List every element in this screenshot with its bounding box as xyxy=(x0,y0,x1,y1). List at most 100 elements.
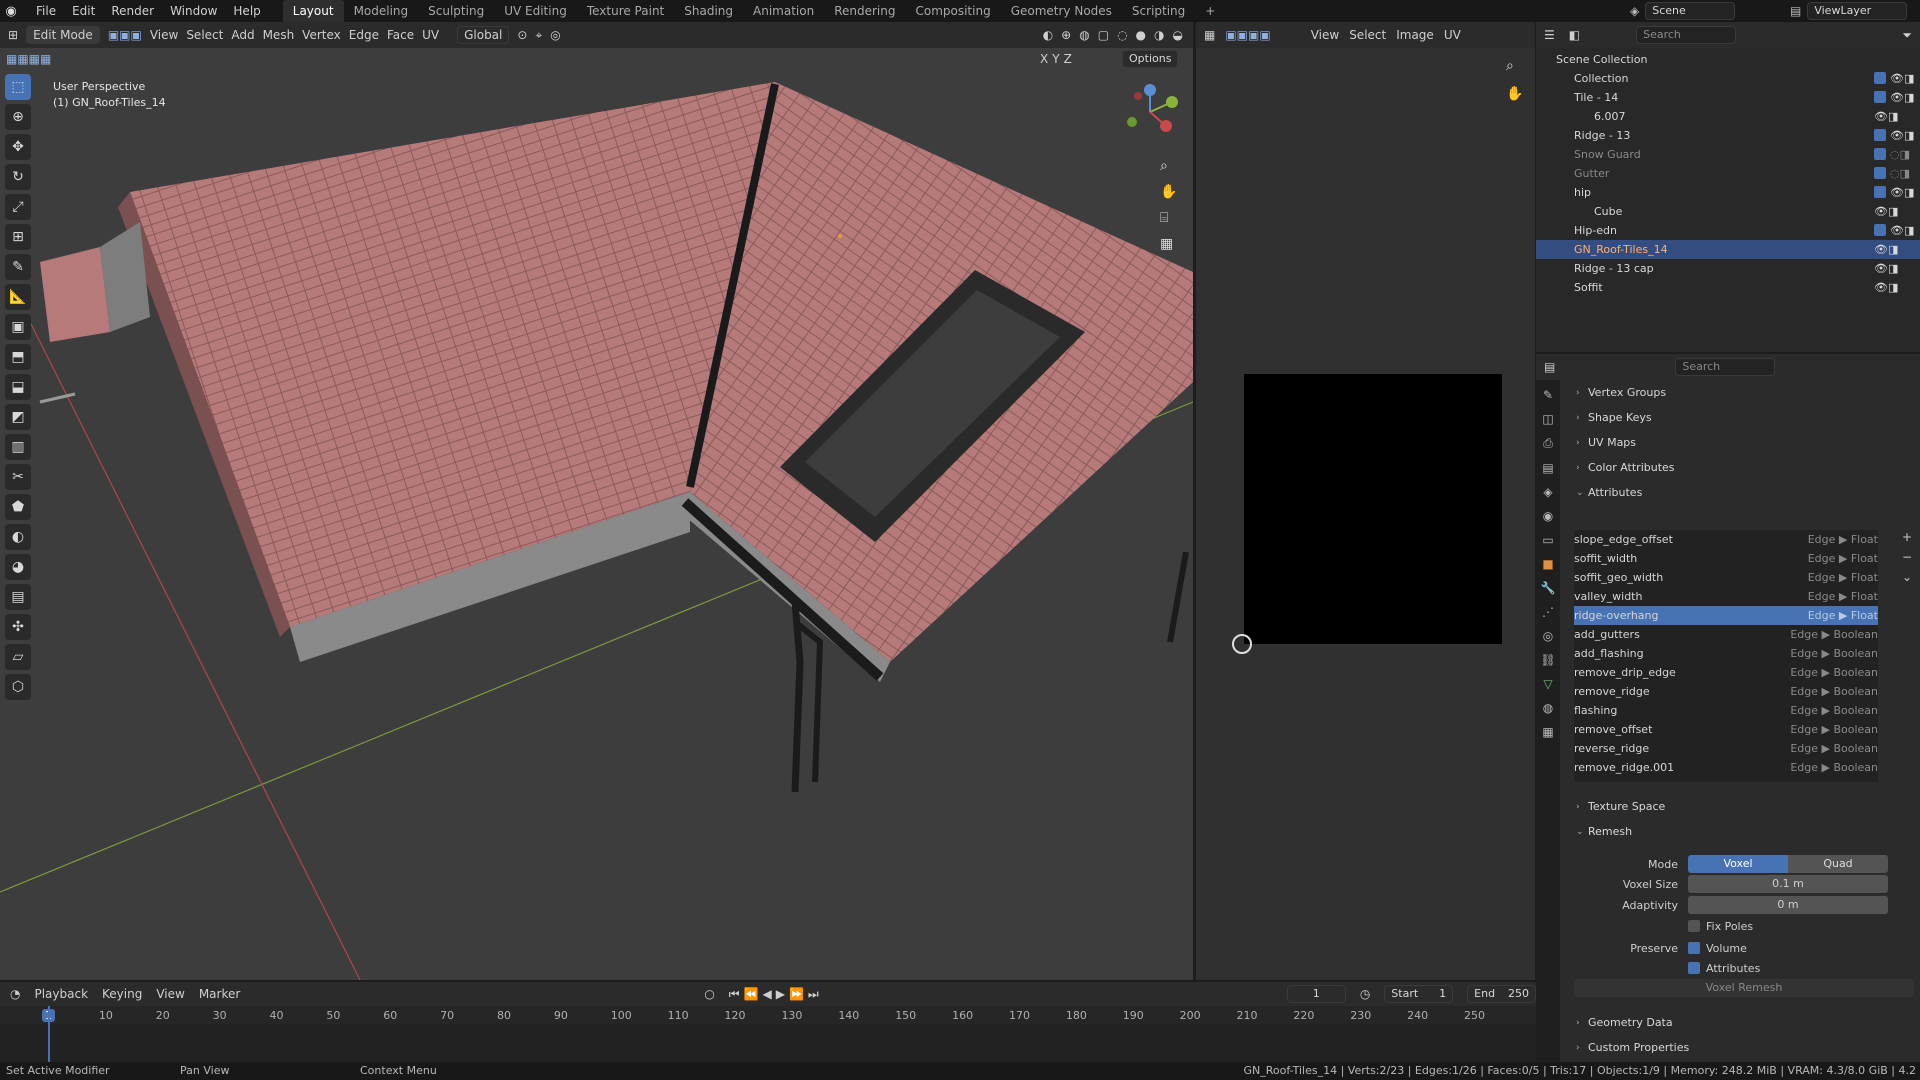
voxel-size-field[interactable]: 0.1 m xyxy=(1688,875,1888,893)
section-vertex-groups[interactable]: › Vertex Groups xyxy=(1570,380,1920,405)
start-frame-field[interactable]: Start 1 xyxy=(1384,985,1454,1003)
list-item-selected[interactable]: ridge-overhang Edge ▶ Float xyxy=(1574,606,1878,625)
mirror-z-toggle[interactable]: Z xyxy=(1064,52,1072,66)
playback-controls[interactable]: ⏮⏪◀▶⏩⏭ xyxy=(729,987,823,1002)
transform-tool-icon[interactable]: ⊞ xyxy=(5,224,31,250)
spin-tool-icon[interactable]: ◐ xyxy=(5,524,31,550)
edge-slide-tool-icon[interactable]: ▤ xyxy=(5,584,31,610)
properties-type-icon[interactable]: ▤ xyxy=(1544,360,1555,374)
tab-animation[interactable]: Animation xyxy=(743,0,824,22)
frame-ruler[interactable]: 1102030405060708090100110120130140150160… xyxy=(0,1006,1536,1024)
modifier-tab-icon[interactable]: 🔧 xyxy=(1541,581,1556,595)
uv-sync-icons[interactable]: ▣▣▣▣ xyxy=(1225,28,1270,42)
menu-render[interactable]: Render xyxy=(103,4,162,18)
outliner[interactable]: ☰ ◧ Search ⏷ Scene Collection Collection… xyxy=(1536,22,1920,352)
image-menu-uv[interactable]: UV xyxy=(1444,28,1461,42)
tab-modeling[interactable]: Modeling xyxy=(344,0,419,22)
list-item[interactable]: remove_drip_edge Edge ▶ Boolean xyxy=(1574,663,1878,682)
scene-selector[interactable]: ◈ Scene xyxy=(1630,2,1736,20)
output-tab-icon[interactable]: ⎙ xyxy=(1543,436,1553,451)
editor-type-icon[interactable]: ⊞ xyxy=(8,28,18,42)
image-zoom-icon[interactable]: ⌕ xyxy=(1506,58,1523,74)
section-uv-maps[interactable]: › UV Maps xyxy=(1570,430,1920,455)
pivot-icon[interactable]: ⊙ xyxy=(517,28,527,42)
remove-attribute-icon[interactable]: − xyxy=(1902,550,1912,564)
shading-solid-icon[interactable]: ● xyxy=(1136,28,1146,42)
menu-help[interactable]: Help xyxy=(225,4,268,18)
outliner-row[interactable]: Scene Collection xyxy=(1536,50,1920,69)
properties-editor[interactable]: ▤ Search ✎ ◫ ⎙ ▤ ◈ ◉ ▭ ■ 🔧 ⋰ ◎ ⛓ ▽ ◍ ▦ ›… xyxy=(1536,354,1920,1080)
data-tab-icon[interactable]: ▽ xyxy=(1543,677,1552,691)
add-attribute-icon[interactable]: + xyxy=(1902,530,1912,544)
viewlayer-selector[interactable]: ▤ ViewLayer xyxy=(1790,2,1908,20)
object-tab-icon[interactable]: ■ xyxy=(1542,557,1553,571)
rip-tool-icon[interactable]: ⬡ xyxy=(5,674,31,700)
vp-menu-mesh[interactable]: Mesh xyxy=(263,28,295,42)
vp-menu-uv[interactable]: UV xyxy=(422,28,439,42)
menu-file[interactable]: File xyxy=(28,4,64,18)
image-editor[interactable]: ▦ ▣▣▣▣ View Select Image UV ⌕ ✋ xyxy=(1196,22,1535,980)
viewport-scene[interactable] xyxy=(0,22,1193,980)
list-item[interactable]: slope_edge_offset Edge ▶ Float xyxy=(1574,530,1878,549)
tl-menu-keying[interactable]: Keying xyxy=(102,987,142,1001)
list-item[interactable]: remove_ridge.001 Edge ▶ Boolean xyxy=(1574,758,1878,777)
list-item[interactable]: soffit_geo_width Edge ▶ Float xyxy=(1574,568,1878,587)
render-tab-icon[interactable]: ◫ xyxy=(1542,412,1553,426)
list-item[interactable]: add_gutters Edge ▶ Boolean xyxy=(1574,625,1878,644)
tab-shading[interactable]: Shading xyxy=(674,0,743,22)
knife-tool-icon[interactable]: ✂ xyxy=(5,464,31,490)
tab-rendering[interactable]: Rendering xyxy=(824,0,905,22)
texture-tab-icon[interactable]: ▦ xyxy=(1542,725,1553,739)
vp-menu-add[interactable]: Add xyxy=(231,28,254,42)
move-tool-icon[interactable]: ✥ xyxy=(5,134,31,160)
shrink-tool-icon[interactable]: ✣ xyxy=(5,614,31,640)
poly-build-tool-icon[interactable]: ⬟ xyxy=(5,494,31,520)
vp-menu-face[interactable]: Face xyxy=(387,28,414,42)
outliner-row[interactable]: Hip-edn 👁◨ xyxy=(1536,221,1920,240)
voxel-remesh-button[interactable]: Voxel Remesh xyxy=(1574,979,1914,997)
row-visibility[interactable]: 👁◨ xyxy=(1874,205,1898,218)
menu-edit[interactable]: Edit xyxy=(64,4,103,18)
annotate-tool-icon[interactable]: ✎ xyxy=(5,254,31,280)
tab-layout[interactable]: Layout xyxy=(282,0,344,22)
row-visibility[interactable]: 👁◨ xyxy=(1874,72,1914,85)
current-frame-field[interactable]: 1 xyxy=(1286,985,1346,1003)
timeline[interactable]: ◔ Playback Keying View Marker ○ ⏮⏪◀▶⏩⏭ 1… xyxy=(0,982,1537,1062)
vp-menu-vertex[interactable]: Vertex xyxy=(302,28,341,42)
timeline-track[interactable] xyxy=(0,1024,1536,1062)
outliner-row[interactable]: Gutter ◌◨ xyxy=(1536,164,1920,183)
section-geometry-data[interactable]: › Geometry Data xyxy=(1570,1010,1910,1035)
tab-texture-paint[interactable]: Texture Paint xyxy=(577,0,674,22)
viewlayer-field[interactable]: ViewLayer xyxy=(1807,2,1908,20)
bevel-tool-icon[interactable]: ◩ xyxy=(5,404,31,430)
physics-tab-icon[interactable]: ◎ xyxy=(1543,629,1553,643)
list-item[interactable]: valley_width Edge ▶ Float xyxy=(1574,587,1878,606)
image-menu-image[interactable]: Image xyxy=(1396,28,1434,42)
transform-orientation-dropdown[interactable]: Global xyxy=(457,26,510,44)
snap-icon[interactable]: ⌖ xyxy=(535,28,542,43)
properties-search-input[interactable]: Search xyxy=(1675,358,1776,376)
tl-menu-playback[interactable]: Playback xyxy=(34,987,88,1001)
row-visibility[interactable]: 👁◨ xyxy=(1874,262,1898,275)
list-item[interactable]: soffit_width Edge ▶ Float xyxy=(1574,549,1878,568)
ortho-grid-icon[interactable]: ▦ xyxy=(1160,236,1177,252)
display-mode-icon[interactable]: ◧ xyxy=(1569,28,1580,42)
autokey-icon[interactable]: ○ xyxy=(704,987,714,1001)
vp-menu-edge[interactable]: Edge xyxy=(349,28,379,42)
row-visibility[interactable]: 👁◨ xyxy=(1874,243,1898,256)
preserve-volume-checkbox[interactable] xyxy=(1688,942,1700,954)
world-tab-icon[interactable]: ◉ xyxy=(1543,509,1553,523)
list-item[interactable]: flashing Edge ▶ Boolean xyxy=(1574,701,1878,720)
proportional-edit-icon[interactable]: ◎ xyxy=(550,28,560,42)
constraints-tab-icon[interactable]: ⛓ xyxy=(1540,653,1555,667)
mode-selector[interactable]: Edit Mode xyxy=(26,26,100,44)
select-box-tool-icon[interactable]: ⬚ xyxy=(5,74,31,100)
image-editor-type-icon[interactable]: ▦ xyxy=(1204,28,1215,42)
row-visibility[interactable]: 👁◨ xyxy=(1874,91,1914,104)
row-visibility[interactable]: ◌◨ xyxy=(1874,148,1910,161)
smooth-tool-icon[interactable]: ◕ xyxy=(5,554,31,580)
mirror-y-toggle[interactable]: Y xyxy=(1052,52,1059,66)
view-layer-tab-icon[interactable]: ▤ xyxy=(1542,461,1553,475)
outliner-row[interactable]: 6.007 👁◨ xyxy=(1536,107,1920,126)
selection-mode-icons[interactable]: ▦▦▦▦ xyxy=(6,52,51,66)
